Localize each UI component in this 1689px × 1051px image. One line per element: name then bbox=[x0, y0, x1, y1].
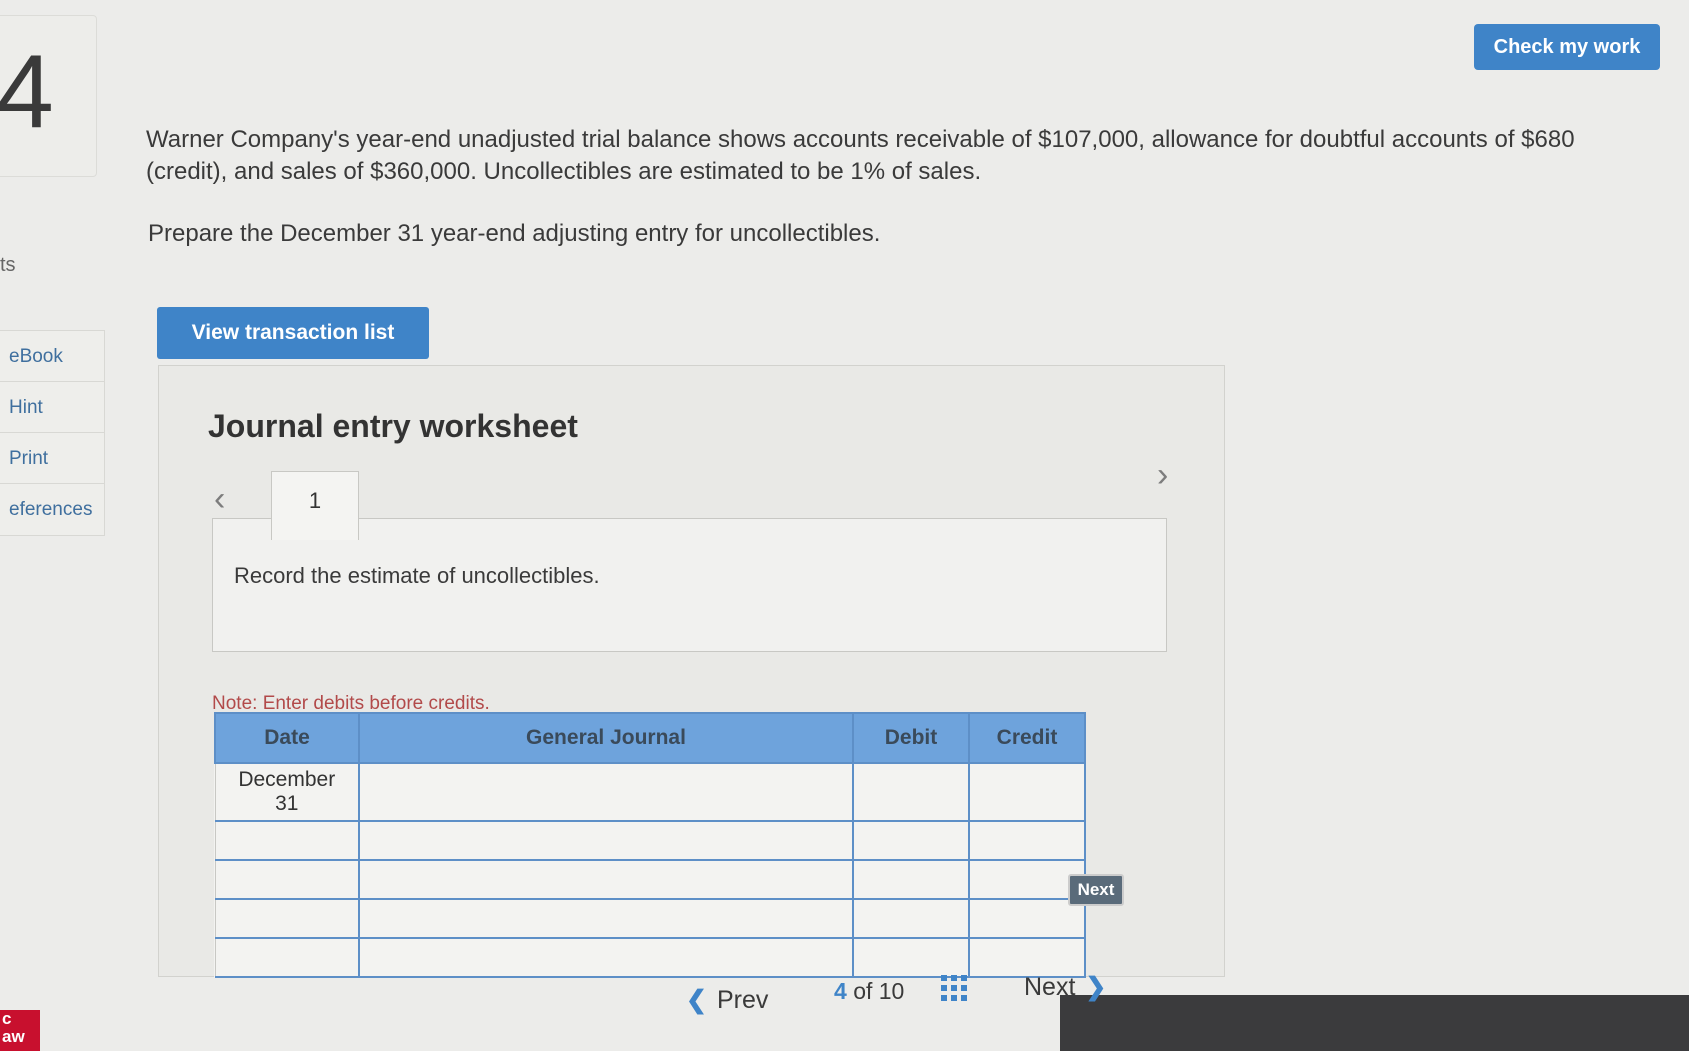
account-select[interactable] bbox=[358, 937, 854, 978]
journal-table: Date General Journal Debit Credit Decemb… bbox=[214, 712, 1086, 978]
side-rail: eBook Hint Print eferences bbox=[0, 330, 105, 536]
date-cell: December 31 bbox=[214, 762, 360, 822]
debit-input[interactable] bbox=[852, 859, 970, 900]
chevron-left-icon: ❮ bbox=[686, 986, 707, 1014]
rail-item-hint[interactable]: Hint bbox=[0, 382, 104, 433]
worksheet-next-button[interactable]: Next bbox=[1068, 874, 1124, 906]
table-row bbox=[214, 859, 1086, 900]
chevron-right-icon: ❯ bbox=[1085, 973, 1107, 1001]
date-cell bbox=[214, 937, 360, 978]
prev-label: Prev bbox=[716, 986, 769, 1014]
table-row bbox=[214, 937, 1086, 978]
table-row bbox=[214, 898, 1086, 939]
chevron-right-icon[interactable]: › bbox=[1157, 458, 1168, 492]
points-label: ts bbox=[0, 254, 16, 276]
credit-input[interactable] bbox=[968, 820, 1086, 861]
page-total: of 10 bbox=[853, 978, 905, 1004]
debit-input[interactable] bbox=[852, 898, 970, 939]
chevron-left-icon[interactable]: ‹ bbox=[214, 482, 225, 516]
table-row bbox=[214, 820, 1086, 861]
rail-item-print[interactable]: Print bbox=[0, 433, 104, 484]
problem-prompt: Prepare the December 31 year-end adjusti… bbox=[148, 220, 881, 247]
col-debit-header: Debit bbox=[852, 712, 970, 764]
page-indicator: 4 of 10 bbox=[834, 978, 904, 1005]
prev-button[interactable]: ❮ Prev bbox=[686, 985, 768, 1015]
credit-input[interactable] bbox=[968, 762, 1086, 822]
grid-icon[interactable] bbox=[941, 975, 967, 1001]
question-number: 4 bbox=[0, 34, 54, 150]
account-select[interactable] bbox=[358, 762, 854, 822]
col-credit-header: Credit bbox=[968, 712, 1086, 764]
col-general-journal-header: General Journal bbox=[358, 712, 854, 764]
footer-dark-bar bbox=[1060, 995, 1689, 1051]
view-transaction-list-button[interactable]: View transaction list bbox=[157, 307, 429, 359]
account-select[interactable] bbox=[358, 820, 854, 861]
account-select[interactable] bbox=[358, 898, 854, 939]
credit-input[interactable] bbox=[968, 898, 1086, 939]
next-button[interactable]: Next ❯ bbox=[1024, 972, 1106, 1002]
next-label: Next bbox=[1024, 973, 1076, 1001]
entry-description: Record the estimate of uncollectibles. bbox=[234, 563, 600, 588]
rail-item-references[interactable]: eferences bbox=[0, 484, 104, 535]
brand-logo: c aw bbox=[0, 1010, 40, 1051]
rail-item-ebook[interactable]: eBook bbox=[0, 331, 104, 382]
account-select[interactable] bbox=[358, 859, 854, 900]
tab-entry-1[interactable]: 1 bbox=[271, 471, 359, 540]
problem-text: Warner Company's year-end unadjusted tri… bbox=[146, 126, 1575, 185]
current-page: 4 bbox=[834, 978, 847, 1004]
date-cell bbox=[214, 898, 360, 939]
worksheet-title: Journal entry worksheet bbox=[208, 408, 578, 444]
debit-input[interactable] bbox=[852, 937, 970, 978]
debit-input[interactable] bbox=[852, 820, 970, 861]
date-cell bbox=[214, 859, 360, 900]
debit-input[interactable] bbox=[852, 762, 970, 822]
date-cell bbox=[214, 820, 360, 861]
table-row: December 31 bbox=[214, 762, 1086, 822]
check-my-work-button[interactable]: Check my work bbox=[1474, 24, 1660, 70]
page: 4 ts eBook Hint Print eferences c aw Che… bbox=[0, 0, 1689, 1051]
col-date-header: Date bbox=[214, 712, 360, 764]
